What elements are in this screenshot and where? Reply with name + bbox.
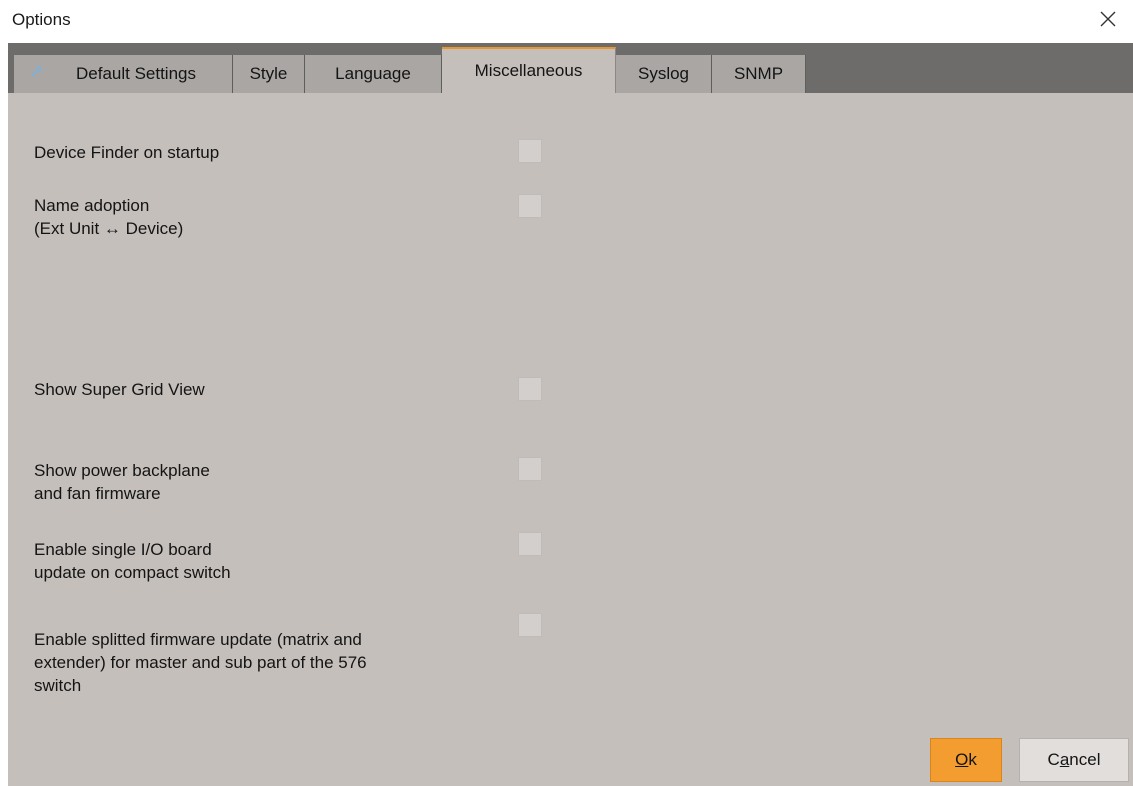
tab-style[interactable]: Style	[233, 55, 305, 93]
tab-default-settings[interactable]: Default Settings	[14, 55, 233, 93]
cancel-label-pre: C	[1047, 750, 1060, 769]
tab-syslog[interactable]: Syslog	[616, 55, 712, 93]
title-bar: Options	[0, 0, 1133, 42]
tab-bar: Default Settings Style Language Miscella…	[8, 43, 1133, 93]
device-finder-label: Device Finder on startup	[34, 143, 220, 162]
name-adoption-label: Name adoption (Ext Unit ↔ Device)	[34, 196, 184, 238]
miscellaneous-panel: Device Finder on startup Name adoption (…	[8, 93, 1133, 786]
power-backplane-checkbox[interactable]	[518, 457, 542, 481]
tab-snmp[interactable]: SNMP	[712, 55, 806, 93]
super-grid-view-checkbox[interactable]	[518, 377, 542, 401]
ok-button[interactable]: Ok	[930, 738, 1002, 782]
super-grid-view-label: Show Super Grid View	[34, 380, 205, 399]
tab-label: SNMP	[733, 64, 784, 83]
name-adoption-checkbox[interactable]	[518, 194, 542, 218]
tab-label: Language	[335, 64, 411, 83]
tab-miscellaneous[interactable]: Miscellaneous	[442, 47, 616, 93]
close-icon	[1100, 11, 1116, 27]
single-io-board-label: Enable single I/O board update on compac…	[34, 540, 231, 582]
power-backplane-label: Show power backplane and fan firmware	[34, 461, 210, 503]
cancel-mnemonic: a	[1059, 750, 1070, 769]
cancel-label-rest: ncel	[1069, 750, 1101, 769]
splitted-firmware-label: Enable splitted firmware update (matrix …	[34, 630, 367, 695]
tab-label: Miscellaneous	[474, 61, 583, 80]
window-title: Options	[12, 10, 71, 29]
tab-label: Style	[249, 64, 288, 83]
tab-label: Syslog	[637, 64, 690, 83]
ok-mnemonic: O	[955, 750, 969, 769]
cancel-button[interactable]: Ca ncel	[1019, 738, 1129, 782]
settings-icon	[31, 66, 42, 77]
tab-language[interactable]: Language	[305, 55, 442, 93]
device-finder-checkbox[interactable]	[518, 139, 542, 163]
single-io-board-checkbox[interactable]	[518, 532, 542, 556]
splitted-firmware-checkbox[interactable]	[518, 613, 542, 637]
ok-label-rest: k	[968, 750, 977, 769]
close-button[interactable]	[1093, 4, 1123, 34]
tab-label: Default Settings	[75, 64, 196, 83]
